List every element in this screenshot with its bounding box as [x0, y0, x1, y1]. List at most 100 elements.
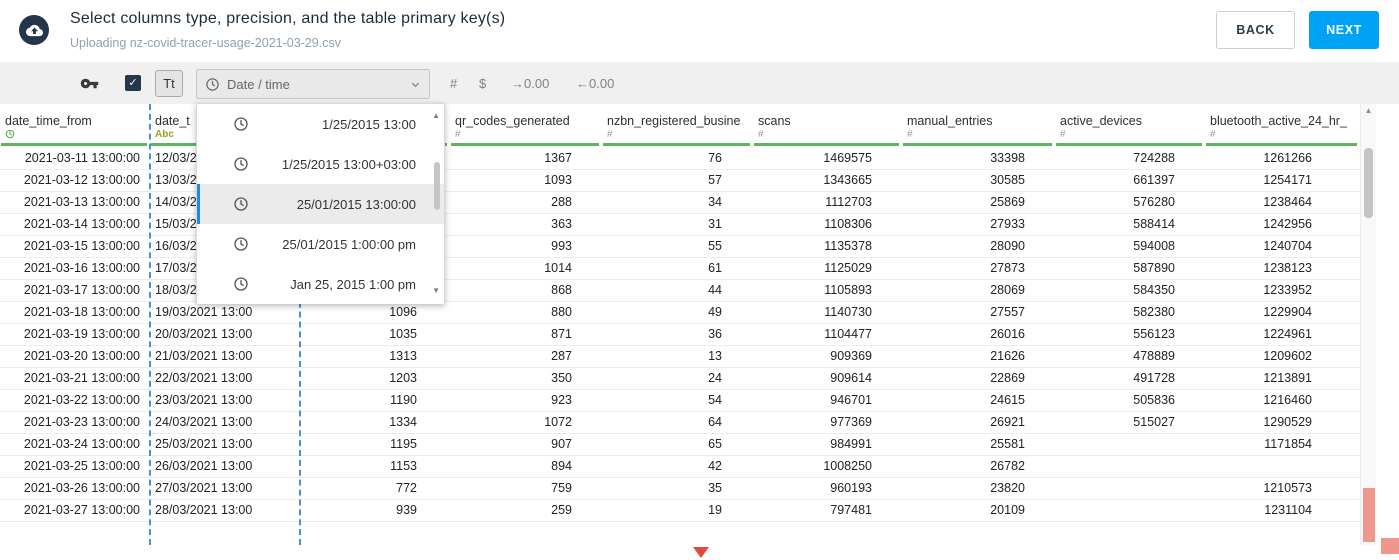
- currency-type-button[interactable]: $: [479, 62, 486, 104]
- table-cell: 42: [708, 459, 722, 473]
- precision-add-button[interactable]: →0.00: [511, 62, 549, 104]
- table-row: 2021-03-22 13:00:00 23/03/2021 13:00 1190 9…: [0, 390, 1360, 412]
- column-header-nzbn_registered_busine[interactable]: nzbn_registered_busine #: [602, 104, 753, 148]
- format-option[interactable]: Jan 25, 2015 1:00 pm: [197, 264, 444, 304]
- clock-icon: [233, 276, 249, 292]
- table-cell: 2021-03-13 13:00:00: [23, 195, 140, 209]
- number-type-indicator: #: [455, 129, 461, 140]
- column-header-manual_entries[interactable]: manual_entries #: [902, 104, 1055, 148]
- column-header-active_devices[interactable]: active_devices #: [1055, 104, 1205, 148]
- table-cell: 27557: [990, 305, 1025, 319]
- table-cell: 871: [551, 327, 572, 341]
- column-name: manual_entries: [907, 114, 993, 128]
- table-cell: 1224961: [1263, 327, 1312, 341]
- table-cell: 1233952: [1263, 283, 1312, 297]
- column-name: qr_codes_generated: [455, 114, 570, 128]
- table-cell: 1290529: [1263, 415, 1312, 429]
- table-cell: 1210573: [1263, 481, 1312, 495]
- column-header-bluetooth_active_24_hr_[interactable]: bluetooth_active_24_hr_ #: [1205, 104, 1360, 148]
- selected-column-left-border: [149, 104, 151, 545]
- number-type-indicator: #: [758, 129, 764, 140]
- table-cell: 23/03/2021 13:00: [155, 393, 253, 407]
- table-cell: 2021-03-15 13:00:00: [23, 239, 140, 253]
- table-cell: 1195: [390, 437, 417, 451]
- table-cell: 505836: [1133, 393, 1175, 407]
- back-button[interactable]: BACK: [1216, 11, 1295, 49]
- popup-scrollbar-thumb[interactable]: [434, 162, 440, 210]
- format-option-label: 25/01/2015 13:00:00: [296, 196, 416, 212]
- popup-scroll-up-icon[interactable]: ▲: [432, 112, 440, 120]
- upload-status: Uploading nz-covid-tracer-usage-2021-03-…: [70, 36, 341, 50]
- vertical-scrollbar[interactable]: ▲: [1360, 104, 1376, 545]
- popup-scroll-down-icon[interactable]: ▼: [432, 287, 440, 295]
- table-cell: 21/03/2021 13:00: [155, 349, 253, 363]
- table-cell: 1014: [544, 261, 572, 275]
- format-option-label: 1/25/2015 13:00+03:00: [281, 156, 416, 172]
- number-type-indicator: #: [907, 129, 913, 140]
- include-column-checkbox[interactable]: ✓: [125, 75, 141, 91]
- format-option[interactable]: 25/01/2015 1:00:00 pm: [197, 224, 444, 264]
- clock-icon: [205, 77, 220, 92]
- table-cell: 28069: [990, 283, 1025, 297]
- format-option[interactable]: 1/25/2015 13:00: [197, 104, 444, 144]
- column-type-toolbar: ✓ Tt Date / time # $ →0.00 ←0.00: [0, 62, 1399, 104]
- table-cell: 588414: [1133, 217, 1175, 231]
- table-cell: 960193: [830, 481, 872, 495]
- quality-bar: [451, 143, 599, 146]
- primary-key-button[interactable]: [76, 62, 102, 104]
- table-cell: 2021-03-23 13:00:00: [23, 415, 140, 429]
- table-row: 2021-03-25 13:00:00 26/03/2021 13:00 1153 8…: [0, 456, 1360, 478]
- table-cell: 26782: [990, 459, 1025, 473]
- table-row: 2021-03-21 13:00:00 22/03/2021 13:00 1203 3…: [0, 368, 1360, 390]
- table-cell: 1072: [544, 415, 572, 429]
- scrollbar-thumb[interactable]: [1364, 148, 1373, 218]
- table-cell: 20/03/2021 13:00: [155, 327, 253, 341]
- quality-bar: [754, 143, 899, 146]
- table-cell: 2021-03-19 13:00:00: [23, 327, 140, 341]
- date-format-dropdown: 1/25/2015 13:00 1/25/2015 13:00+03:00 25/0…: [196, 103, 445, 304]
- table-cell: 30585: [990, 173, 1025, 187]
- table-cell: 2021-03-14 13:00:00: [23, 217, 140, 231]
- table-cell: 2021-03-24 13:00:00: [23, 437, 140, 451]
- number-type-button[interactable]: #: [450, 62, 457, 104]
- table-cell: 25869: [990, 195, 1025, 209]
- table-cell: 556123: [1133, 327, 1175, 341]
- format-option[interactable]: 25/01/2015 13:00:00: [197, 184, 444, 224]
- table-cell: 724288: [1133, 151, 1175, 165]
- column-header-scans[interactable]: scans #: [753, 104, 902, 148]
- table-cell: 880: [551, 305, 572, 319]
- format-option[interactable]: 1/25/2015 13:00+03:00: [197, 144, 444, 184]
- page-title: Select columns type, precision, and the …: [70, 10, 506, 27]
- table-cell: 1035: [389, 327, 417, 341]
- type-dropdown[interactable]: Date / time: [196, 69, 430, 99]
- table-cell: 2021-03-18 13:00:00: [23, 305, 140, 319]
- table-cell: 2021-03-21 13:00:00: [23, 371, 140, 385]
- table-cell: 582380: [1133, 305, 1175, 319]
- table-cell: 19: [708, 503, 722, 517]
- table-cell: 49: [708, 305, 722, 319]
- table-cell: 1125029: [824, 261, 872, 275]
- column-header-date_time_from[interactable]: date_time_from: [0, 104, 150, 148]
- table-cell: 26/03/2021 13:00: [155, 459, 253, 473]
- table-cell: 1229904: [1263, 305, 1312, 319]
- table-cell: 1213891: [1263, 371, 1312, 385]
- table-cell: 287: [551, 349, 572, 363]
- text-type-button[interactable]: Tt: [155, 70, 183, 97]
- precision-remove-button[interactable]: ←0.00: [576, 62, 614, 104]
- next-button[interactable]: NEXT: [1309, 11, 1379, 49]
- table-cell: 1171854: [1264, 437, 1312, 451]
- table-cell: 584350: [1133, 283, 1175, 297]
- scroll-up-icon[interactable]: ▲: [1361, 107, 1376, 115]
- table-cell: 1261266: [1263, 151, 1312, 165]
- table-cell: 1343665: [823, 173, 872, 187]
- table-row: 2021-03-26 13:00:00 27/03/2021 13:00 772 75…: [0, 478, 1360, 500]
- error-marker-triangle: [693, 547, 709, 558]
- clock-icon: [233, 236, 249, 252]
- format-option-label: 1/25/2015 13:00: [322, 116, 416, 132]
- column-header-qr_codes_generated[interactable]: qr_codes_generated #: [450, 104, 602, 148]
- table-cell: 13: [708, 349, 722, 363]
- table-cell: 26016: [990, 327, 1025, 341]
- table-cell: 22869: [990, 371, 1025, 385]
- error-corner-marker: [1381, 538, 1399, 554]
- date-type-icon: [5, 129, 150, 141]
